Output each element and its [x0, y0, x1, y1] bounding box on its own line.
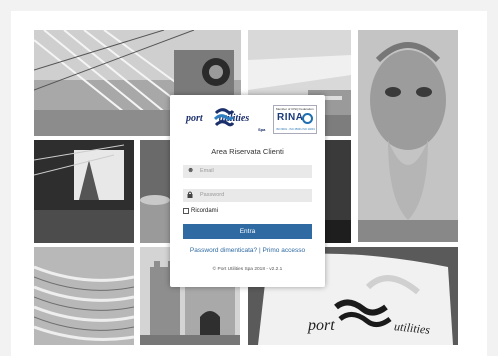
help-links: Password dimenticata? | Primo accesso: [170, 247, 325, 254]
cert-name: RINA: [277, 112, 304, 123]
user-icon: ☻: [187, 167, 195, 174]
email-placeholder: Email: [200, 168, 214, 174]
remember-me[interactable]: Ricordami: [183, 208, 218, 214]
brand-word-port: port: [186, 113, 203, 124]
brand-suffix: Spa: [258, 127, 266, 132]
photo-statue-face: [358, 30, 458, 242]
password-field[interactable]: Password: [183, 189, 312, 202]
wave-mark-icon: [214, 108, 234, 127]
email-field[interactable]: ☻ Email: [183, 165, 312, 178]
first-access-link[interactable]: Primo accesso: [262, 247, 305, 254]
photo-gate-dark: [325, 140, 351, 243]
logo-row: port utilities Spa Member of CISQ Federat…: [170, 103, 325, 137]
copyright-text: © Port Utilities Spa 2018 - v2.2.1: [212, 267, 283, 272]
photo-ropes: [34, 247, 134, 345]
cert-top-text: Member of CISQ Federation: [276, 107, 314, 111]
lock-icon: [187, 191, 193, 200]
banner-word-port: port: [308, 317, 335, 334]
cert-bottom-text: ISO 9001 - ISO 45001 ISO 14001: [276, 128, 315, 131]
remember-label: Ricordami: [191, 208, 219, 214]
remember-checkbox[interactable]: [183, 208, 189, 214]
password-placeholder: Password: [200, 192, 225, 198]
certification-badge: Member of CISQ Federation RINA ISO 9001 …: [273, 105, 317, 134]
page-title: Area Riservata Clienti: [211, 147, 284, 156]
photo-tanks: [140, 140, 170, 243]
submit-button[interactable]: Entra: [183, 224, 312, 239]
login-card: port utilities Spa Member of CISQ Federat…: [170, 95, 325, 287]
forgot-password-link[interactable]: Password dimenticata?: [190, 247, 257, 254]
cert-circle-icon: [302, 113, 313, 124]
link-separator: |: [258, 247, 261, 254]
photo-lighthouse-crane: [34, 140, 134, 243]
